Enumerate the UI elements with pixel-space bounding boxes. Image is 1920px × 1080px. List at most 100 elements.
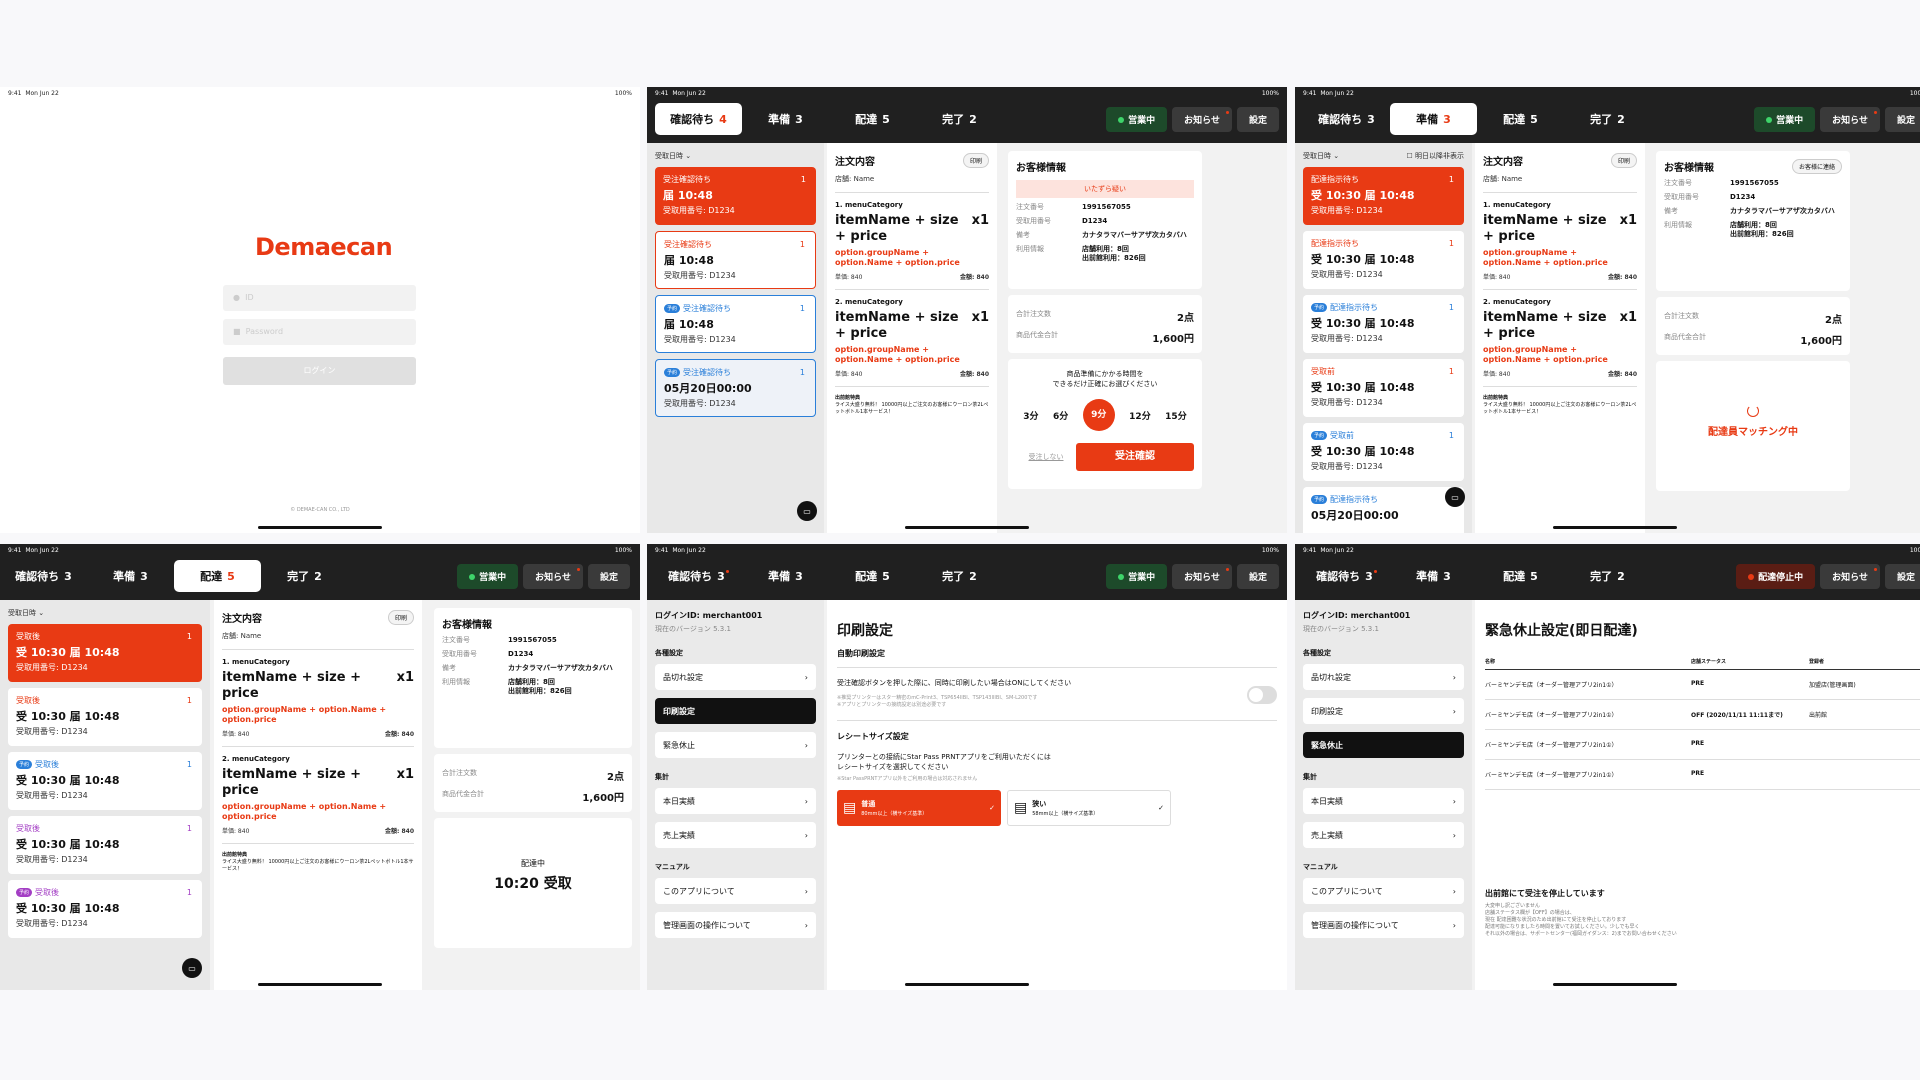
print-button[interactable]: 印刷: [1610, 153, 1637, 168]
settings-button[interactable]: 設定: [1884, 107, 1920, 132]
order-card[interactable]: 受取後受 10:30 届 10:48 受取用番号: D1234 1: [8, 816, 202, 874]
tab-confirm[interactable]: 確認待ち 3: [0, 560, 87, 592]
tab-confirm[interactable]: 確認待ち 3: [1303, 103, 1390, 135]
tab-prepare[interactable]: 準備 3: [742, 103, 829, 135]
password-field[interactable]: ■ Password: [223, 319, 416, 345]
stop-status-button[interactable]: 配達停止中: [1736, 564, 1816, 589]
tab-prepare[interactable]: 準備 3: [87, 560, 174, 592]
contact-customer-button[interactable]: お客様に連絡: [1791, 159, 1842, 174]
order-card[interactable]: 受注確認待ち届 10:48 受取用番号: D1234 1: [655, 231, 816, 289]
menu-item[interactable]: 印刷設定 ›: [1303, 698, 1464, 724]
order-card[interactable]: 予約 配達指示待ち 05月20日00:00: [1303, 487, 1464, 533]
settings-button[interactable]: 設定: [1236, 564, 1279, 589]
open-status-button[interactable]: 営業中: [1106, 107, 1168, 132]
chat-icon[interactable]: ▭: [797, 501, 817, 521]
receipt-normal-option[interactable]: ▤ 普通 80mm以上（横サイズ基準） ✓: [837, 790, 1001, 826]
settings-button[interactable]: 設定: [1884, 564, 1920, 589]
prank-warning: いたずら疑い: [1016, 180, 1194, 198]
time-option[interactable]: 6分: [1053, 409, 1068, 422]
print-button[interactable]: 印刷: [962, 153, 989, 168]
order-card[interactable]: 受取前受 10:30 届 10:48 受取用番号: D1234 1: [1303, 359, 1464, 417]
order-card[interactable]: 受取後受 10:30 届 10:48 受取用番号: D1234 1: [8, 688, 202, 746]
tab-prepare[interactable]: 準備 3: [1390, 103, 1477, 135]
tab-delivery[interactable]: 配達 5: [829, 560, 916, 592]
menu-item[interactable]: 本日実績 ›: [655, 788, 816, 814]
confirm-order-button[interactable]: 受注確認: [1076, 443, 1194, 471]
time-option[interactable]: 15分: [1165, 409, 1187, 422]
page-title: 印刷設定: [837, 623, 893, 639]
menu-item[interactable]: 品切れ設定 ›: [1303, 664, 1464, 690]
menu-item[interactable]: 本日実績 ›: [1303, 788, 1464, 814]
settings-button[interactable]: 設定: [587, 564, 630, 589]
menu-item[interactable]: 売上実績 ›: [655, 822, 816, 848]
menu-item[interactable]: 管理画面の操作について ›: [655, 912, 816, 938]
status-bar: 9:41 Mon Jun 22100%: [8, 547, 632, 554]
hide-next-day-checkbox[interactable]: ☐ 明日以降非表示: [1406, 151, 1464, 161]
news-button[interactable]: お知らせ: [1172, 564, 1232, 589]
prep-time-selector[interactable]: 3分 6分 9分 12分 15分: [1016, 399, 1194, 431]
settings-button[interactable]: 設定: [1236, 107, 1279, 132]
tab-prepare[interactable]: 準備 3: [1390, 560, 1477, 592]
order-card[interactable]: 予約 受取後受 10:30 届 10:48 受取用番号: D1234 1: [8, 752, 202, 810]
tab-complete[interactable]: 完了 2: [916, 103, 1003, 135]
decline-link[interactable]: 受注しない: [1016, 452, 1076, 462]
receipt-narrow-option[interactable]: ▤ 狭い 58mm以上（横サイズ基準） ✓: [1007, 790, 1171, 826]
header-bar: 9:41 Mon Jun 22100% 確認待ち3 準備3 配達5 完了2 営業…: [647, 544, 1287, 600]
order-card[interactable]: 予約 受注確認待ち 05月20日00:00 受取用番号: D1234 1: [655, 359, 816, 417]
print-button[interactable]: 印刷: [387, 610, 414, 625]
pickup-filter[interactable]: 受取日時 ⌄: [1303, 151, 1339, 161]
menu-item-selected[interactable]: 緊急休止: [1303, 732, 1464, 758]
order-card[interactable]: 配達指示待ち受 10:30 届 10:48 受取用番号: D1234 1: [1303, 231, 1464, 289]
tab-complete[interactable]: 完了 2: [1564, 560, 1651, 592]
order-card[interactable]: 予約 受注確認待ち届 10:48 受取用番号: D1234 1: [655, 295, 816, 353]
order-card[interactable]: 受取後受 10:30 届 10:48 受取用番号: D1234 1: [8, 624, 202, 682]
chat-icon[interactable]: ▭: [182, 958, 202, 978]
tab-complete[interactable]: 完了 2: [261, 560, 348, 592]
order-card[interactable]: 受注確認待ち届 10:48 受取用番号: D1234 1: [655, 167, 816, 225]
auto-print-toggle[interactable]: [1247, 686, 1277, 704]
news-button[interactable]: お知らせ: [1820, 564, 1880, 589]
tab-confirm[interactable]: 確認待ち 3: [1303, 560, 1390, 592]
chevron-right-icon: ›: [1452, 706, 1456, 716]
open-status-button[interactable]: 営業中: [1106, 564, 1168, 589]
menu-item[interactable]: このアプリについて ›: [655, 878, 816, 904]
news-button[interactable]: お知らせ: [1820, 107, 1880, 132]
order-card[interactable]: 予約 受取後受 10:30 届 10:48 受取用番号: D1234 1: [8, 880, 202, 938]
tab-confirm[interactable]: 確認待ち 4: [655, 103, 742, 135]
tab-complete[interactable]: 完了 2: [916, 560, 1003, 592]
time-option[interactable]: 3分: [1023, 409, 1038, 422]
menu-item-selected[interactable]: 印刷設定: [655, 698, 816, 724]
time-option[interactable]: 12分: [1129, 409, 1151, 422]
menu-item[interactable]: このアプリについて ›: [1303, 878, 1464, 904]
order-card[interactable]: 予約 配達指示待ち受 10:30 届 10:48 受取用番号: D1234 1: [1303, 295, 1464, 353]
chevron-right-icon: ›: [804, 796, 808, 806]
open-status-button[interactable]: 営業中: [457, 564, 519, 589]
tab-delivery[interactable]: 配達 5: [829, 103, 916, 135]
tab-delivery[interactable]: 配達 5: [174, 560, 261, 592]
customer-panel: お客様情報 注文番号 1991567055 受取用番号 D1234 備考 カナタラマバ…: [426, 600, 640, 990]
chat-icon[interactable]: ▭: [1445, 487, 1465, 507]
news-button[interactable]: お知らせ: [1172, 107, 1232, 132]
time-option-selected[interactable]: 9分: [1082, 399, 1115, 431]
spinner-icon: [1747, 405, 1759, 417]
menu-item[interactable]: 品切れ設定 ›: [655, 664, 816, 690]
pickup-filter[interactable]: 受取日時 ⌄: [655, 151, 691, 161]
status-dot-icon: [1748, 573, 1755, 580]
login-button[interactable]: ログイン: [223, 357, 416, 385]
tab-delivery[interactable]: 配達 5: [1477, 560, 1564, 592]
news-button[interactable]: お知らせ: [523, 564, 583, 589]
tab-complete[interactable]: 完了 2: [1564, 103, 1651, 135]
order-card[interactable]: 配達指示待ち受 10:30 届 10:48 受取用番号: D1234 1: [1303, 167, 1464, 225]
menu-item[interactable]: 売上実績 ›: [1303, 822, 1464, 848]
tab-delivery[interactable]: 配達 5: [1477, 103, 1564, 135]
copyright: © DEMAE-CAN CO., LTD: [290, 507, 350, 513]
menu-item[interactable]: 緊急休止 ›: [655, 732, 816, 758]
tab-prepare[interactable]: 準備 3: [742, 560, 829, 592]
pickup-filter[interactable]: 受取日時 ⌄: [8, 608, 44, 618]
open-status-button[interactable]: 営業中: [1754, 107, 1816, 132]
id-field[interactable]: ● ID: [223, 285, 416, 311]
order-card[interactable]: 予約 受取前受 10:30 届 10:48 受取用番号: D1234 1: [1303, 423, 1464, 481]
menu-item[interactable]: 管理画面の操作について ›: [1303, 912, 1464, 938]
status-bar: 9:41 Mon Jun 22100%: [655, 547, 1279, 554]
tab-confirm[interactable]: 確認待ち 3: [655, 560, 742, 592]
